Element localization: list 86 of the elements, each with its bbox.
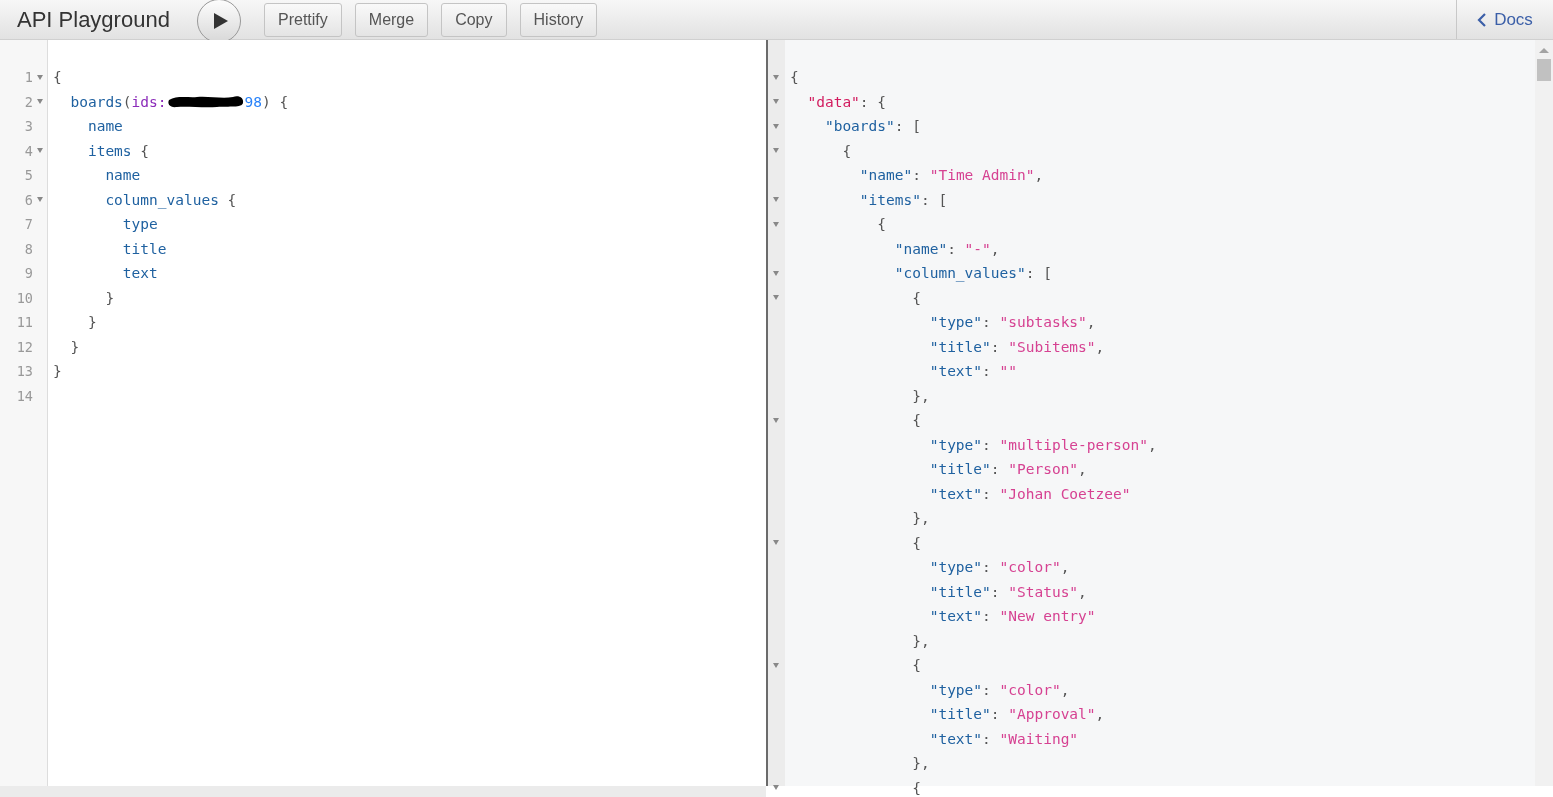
- code-line: {: [911, 288, 921, 308]
- code-line: "boards": [: [823, 117, 921, 136]
- line-number: 6: [24, 190, 33, 210]
- code-line: "text": "New entry": [928, 607, 1096, 626]
- line-number: 12: [16, 337, 33, 357]
- code-line: {: [911, 411, 921, 430]
- code-line: {: [790, 68, 799, 87]
- fold-arrow-icon[interactable]: [37, 197, 43, 203]
- code-line: },: [911, 386, 930, 406]
- fold-arrow-icon[interactable]: [773, 417, 779, 423]
- query-editor[interactable]: 1 2 3 4 5 6 7 8 9 10 11 12 13 14 { boards(ids: 98) { name items { name column_values { type title text } } } }: [0, 40, 768, 786]
- code-line: name: [86, 117, 123, 136]
- code-line: "title": "Subitems",: [928, 337, 1105, 357]
- line-number: 11: [16, 313, 33, 332]
- code-line: "title": "Approval",: [928, 705, 1105, 724]
- fold-arrow-icon[interactable]: [773, 221, 779, 227]
- fold-arrow-icon[interactable]: [773, 295, 779, 301]
- fold-arrow-icon[interactable]: [37, 99, 43, 105]
- code-line: text: [121, 264, 158, 283]
- code-line: name: [104, 166, 141, 185]
- code-line: "text": "Waiting": [928, 729, 1079, 749]
- fold-arrow-icon[interactable]: [773, 74, 779, 80]
- chevron-left-icon: [1477, 11, 1488, 28]
- code-line: {: [911, 533, 921, 553]
- code-line: boards(ids:: [69, 92, 167, 112]
- code-line: 98) {: [244, 92, 289, 112]
- code-line: "title": "Status",: [928, 582, 1087, 602]
- code-line: }: [53, 362, 62, 381]
- line-number: 10: [16, 288, 33, 308]
- code-line: "name": "-",: [893, 239, 1000, 259]
- line-number: 3: [24, 117, 33, 136]
- run-button[interactable]: [197, 0, 241, 43]
- fold-arrow-icon[interactable]: [773, 99, 779, 105]
- code-line: {: [841, 141, 852, 161]
- code-line: "items": [: [858, 190, 948, 210]
- toolbar-button[interactable]: History: [519, 2, 598, 37]
- fold-arrow-icon[interactable]: [37, 74, 43, 80]
- fold-arrow-icon[interactable]: [773, 123, 779, 129]
- code-line: {: [911, 656, 921, 675]
- scrollbar[interactable]: [1535, 40, 1553, 786]
- code-line: "type": "multiple-person",: [928, 435, 1157, 455]
- code-line: {: [53, 68, 62, 87]
- code-line: "title": "Person",: [928, 460, 1087, 479]
- toolbar-button[interactable]: Merge: [354, 2, 429, 37]
- code-line: },: [911, 509, 930, 528]
- fold-arrow-icon[interactable]: [773, 197, 779, 203]
- code-line: "type": "subtasks",: [928, 313, 1096, 332]
- code-line: items {: [86, 141, 150, 161]
- horizontal-scrollbar[interactable]: [0, 786, 766, 797]
- line-number: 5: [24, 166, 33, 185]
- code-line: "text": "": [928, 362, 1017, 381]
- code-line: title: [121, 239, 167, 259]
- code-line: }: [104, 288, 115, 308]
- line-number: 7: [24, 215, 33, 234]
- line-number: 1: [24, 68, 33, 87]
- docs-link[interactable]: Docs: [1477, 9, 1533, 30]
- play-icon: [212, 11, 229, 30]
- fold-arrow-icon[interactable]: [37, 148, 43, 154]
- line-number: 2: [24, 92, 33, 112]
- toolbar-button[interactable]: Prettify: [264, 2, 342, 37]
- line-number: 8: [24, 239, 33, 259]
- code-line: "column_values": [: [893, 264, 1052, 284]
- app-title: API Playground: [17, 6, 171, 33]
- fold-arrow-icon[interactable]: [773, 785, 779, 791]
- code-line: "data": {: [806, 92, 887, 112]
- code-line: },: [911, 631, 930, 651]
- code-line: "type": "color",: [928, 680, 1070, 700]
- fold-arrow-icon[interactable]: [773, 148, 779, 154]
- fold-arrow-icon[interactable]: [773, 540, 779, 546]
- code-line: column_values {: [104, 190, 237, 211]
- fold-arrow-icon[interactable]: [773, 662, 779, 668]
- code-line: "type": "color",: [928, 558, 1070, 577]
- fold-arrow-icon[interactable]: [773, 270, 779, 276]
- code-line: {: [876, 215, 887, 234]
- line-number: 4: [24, 141, 33, 161]
- code-line: type: [121, 215, 158, 234]
- code-line: "text": "Johan Coetzee": [928, 484, 1131, 504]
- line-number: 9: [24, 264, 33, 283]
- code-line: }: [69, 337, 80, 357]
- line-number: 13: [16, 362, 33, 381]
- code-line: }: [86, 313, 97, 332]
- line-number: 14: [16, 386, 33, 406]
- code-line: "name": "Time Admin",: [858, 166, 1044, 185]
- code-line: {: [911, 778, 921, 797]
- toolbar-button[interactable]: Copy: [441, 2, 507, 37]
- code-line: },: [911, 754, 930, 773]
